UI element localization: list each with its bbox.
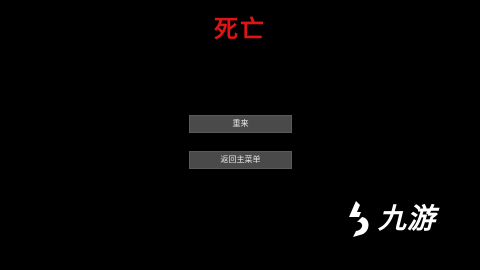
- watermark-text: 九游: [378, 202, 437, 235]
- watermark: 九游: [342, 197, 436, 241]
- death-title: 死亡: [214, 14, 266, 43]
- retry-button[interactable]: 重来: [189, 115, 292, 133]
- nine-game-logo-icon: [349, 201, 369, 237]
- main-menu-button[interactable]: 返回主菜单: [189, 151, 292, 169]
